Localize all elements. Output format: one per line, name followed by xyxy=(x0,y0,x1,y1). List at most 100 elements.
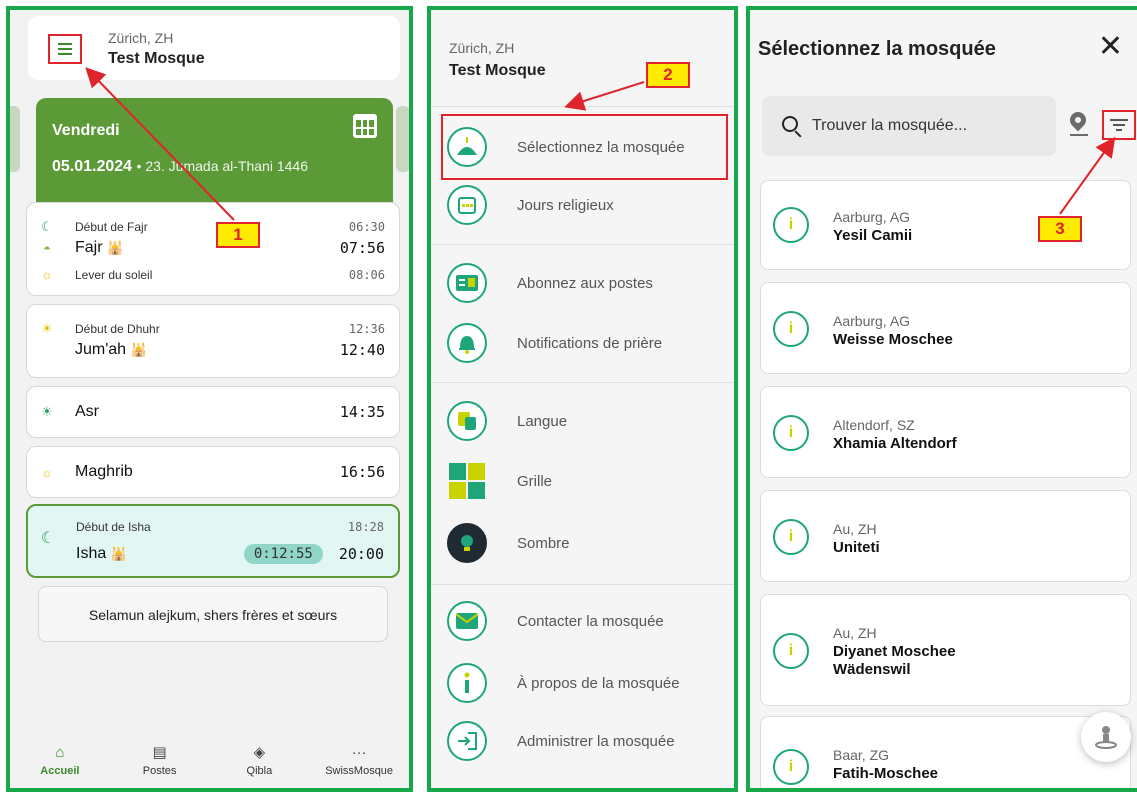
calendar-icon[interactable] xyxy=(353,114,377,138)
mosque-list-item[interactable]: i Aarburg, AG Weisse Moschee xyxy=(760,282,1131,374)
document-icon: ▤ xyxy=(152,744,167,761)
fajr-card: ☾ Début de Fajr 06:30 ◓ Fajr 🕌 07:56 ☼ L… xyxy=(26,202,400,296)
mosque-icon: 🕌 xyxy=(107,240,124,255)
mosque-location: Aarburg, AG xyxy=(833,313,911,329)
lightbulb-icon xyxy=(447,523,487,563)
isha-start-time: 18:28 xyxy=(347,520,384,534)
isha-name: Isha 🕌 xyxy=(76,545,244,563)
fajr-time: 07:56 xyxy=(339,239,385,257)
mosque-name-line2: Wädenswil xyxy=(833,661,911,678)
divider xyxy=(431,244,734,245)
menu-icon-line xyxy=(58,53,72,55)
person-location-icon xyxy=(1095,726,1117,749)
annotation-label-1: 1 xyxy=(216,222,260,248)
filter-icon-line xyxy=(1116,129,1122,131)
location-pin-base xyxy=(1070,134,1088,136)
divider xyxy=(431,382,734,383)
sunset-icon: ☼ xyxy=(41,464,53,480)
select-title: Sélectionnez la mosquée xyxy=(758,38,996,60)
menu-item-label: Notifications de prière xyxy=(517,334,663,352)
menu-item-religious-days[interactable]: Jours religieux xyxy=(431,178,734,232)
nearby-mosque-fab[interactable] xyxy=(1081,712,1131,762)
menu-item-label: Langue xyxy=(517,412,568,430)
mosque-location: Aarburg, AG xyxy=(833,209,911,225)
info-icon[interactable]: i xyxy=(773,519,809,555)
nav-posts[interactable]: ▤ Postes xyxy=(110,732,210,788)
mosque-list-item[interactable]: i Au, ZH Uniteti xyxy=(760,490,1131,582)
mosque-list-item[interactable]: i Altendorf, SZ Xhamia Altendorf xyxy=(760,386,1131,478)
annotation-label-3: 3 xyxy=(1038,216,1082,242)
date-line: 05.01.2024 • 23. Jumada al-Thani 1446 xyxy=(52,158,308,176)
dhuhr-start-label: Début de Dhuhr xyxy=(75,322,160,336)
asr-row: ☀ Asr 14:35 xyxy=(37,403,385,421)
info-icon[interactable]: i xyxy=(773,633,809,669)
menu-item-contact[interactable]: Contacter la mosquée xyxy=(431,594,734,648)
mosque-name: Xhamia Altendorf xyxy=(833,435,957,452)
jumah-label: Jum'ah xyxy=(75,341,127,358)
filter-button[interactable] xyxy=(1102,110,1136,140)
menu-item-language[interactable]: Langue xyxy=(431,394,734,448)
nav-swissmosque[interactable]: ··· SwissMosque xyxy=(309,732,409,788)
menu-item-prayer-notifications[interactable]: Notifications de prière xyxy=(431,316,734,370)
prev-day-tab[interactable] xyxy=(10,106,20,172)
mosque-name: Uniteti xyxy=(833,539,880,556)
mosque-icon: 🕌 xyxy=(110,546,127,561)
mosque-list-item[interactable]: i Au, ZH Diyanet Moschee Wädenswil xyxy=(760,594,1131,706)
info-icon[interactable]: i xyxy=(773,207,809,243)
sun-icon: ☀ xyxy=(41,321,53,336)
fajr-start-label: Début de Fajr xyxy=(75,220,148,234)
mosque-list-item[interactable]: i Baar, ZG Fatih-Moschee xyxy=(760,716,1131,788)
hamburger-menu-button[interactable] xyxy=(48,34,82,64)
login-icon xyxy=(447,721,487,761)
greeting-box: Selamun alejkum, shers frères et sœurs xyxy=(38,586,388,642)
menu-item-label: Grille xyxy=(517,472,553,490)
search-input[interactable]: Trouver la mosquée... xyxy=(762,96,1056,156)
info-icon[interactable]: i xyxy=(773,415,809,451)
menu-item-label: Abonnez aux postes xyxy=(517,274,653,292)
divider xyxy=(431,584,734,585)
mosque-location: Altendorf, SZ xyxy=(833,417,915,433)
nav-qibla[interactable]: ◈ Qibla xyxy=(210,732,310,788)
menu-icon-line xyxy=(58,48,72,50)
menu-icon xyxy=(58,43,72,45)
bottom-navigation: ⌂ Accueil ▤ Postes ◈ Qibla ··· SwissMosque xyxy=(10,732,409,788)
header-mosque-name: Test Mosque xyxy=(108,50,205,67)
translate-icon xyxy=(447,401,487,441)
menu-item-admin[interactable]: Administrer la mosquée xyxy=(431,714,734,768)
compass-icon: ◈ xyxy=(253,744,266,761)
nav-home[interactable]: ⌂ Accueil xyxy=(10,732,110,788)
next-day-tab[interactable] xyxy=(396,106,409,172)
info-icon[interactable]: i xyxy=(773,749,809,785)
highlight-box-2 xyxy=(441,114,728,180)
more-icon: ··· xyxy=(351,743,367,761)
dhuhr-card: ☀ Début de Dhuhr 12:36 Jum'ah 🕌 12:40 xyxy=(26,304,400,378)
maghrib-time: 16:56 xyxy=(339,463,385,481)
menu-item-grid[interactable]: Grille xyxy=(431,454,734,508)
asr-time: 14:35 xyxy=(339,403,385,421)
fajr-label: Fajr xyxy=(75,239,103,256)
sunrise-time: 08:06 xyxy=(348,267,385,282)
hijri-date: • 23. Jumada al-Thani 1446 xyxy=(136,158,308,174)
menu-item-dark-mode[interactable]: Sombre xyxy=(431,516,734,570)
isha-label: Isha xyxy=(76,545,107,562)
nav-home-label: Accueil xyxy=(40,764,80,777)
nav-posts-label: Postes xyxy=(142,765,177,777)
isha-countdown: 0:12:55 xyxy=(243,544,323,564)
mosque-icon: 🕌 xyxy=(130,342,147,357)
menu-item-subscribe-posts[interactable]: Abonnez aux postes xyxy=(431,256,734,310)
sunrise-label: Lever du soleil xyxy=(75,267,153,282)
bell-icon xyxy=(447,323,487,363)
mosque-name: Yesil Camii xyxy=(833,227,913,244)
location-pin-icon[interactable] xyxy=(1066,108,1090,132)
menu-item-label: Jours religieux xyxy=(517,196,614,214)
crescent-moon-icon: ☾ xyxy=(41,219,53,234)
isha-start-label: Début de Isha xyxy=(76,520,151,534)
nav-swissmosque-label: SwissMosque xyxy=(325,764,394,777)
sunrise-row: ☼ Lever du soleil 08:06 xyxy=(37,267,385,282)
menu-mosque-name: Test Mosque xyxy=(449,62,546,79)
menu-item-about[interactable]: À propos de la mosquée xyxy=(431,656,734,710)
info-icon[interactable]: i xyxy=(773,311,809,347)
close-icon[interactable]: ✕ xyxy=(1098,32,1123,62)
side-menu: Zürich, ZH Test Mosque Sélectionnez la m… xyxy=(427,6,738,792)
search-icon xyxy=(782,116,798,132)
